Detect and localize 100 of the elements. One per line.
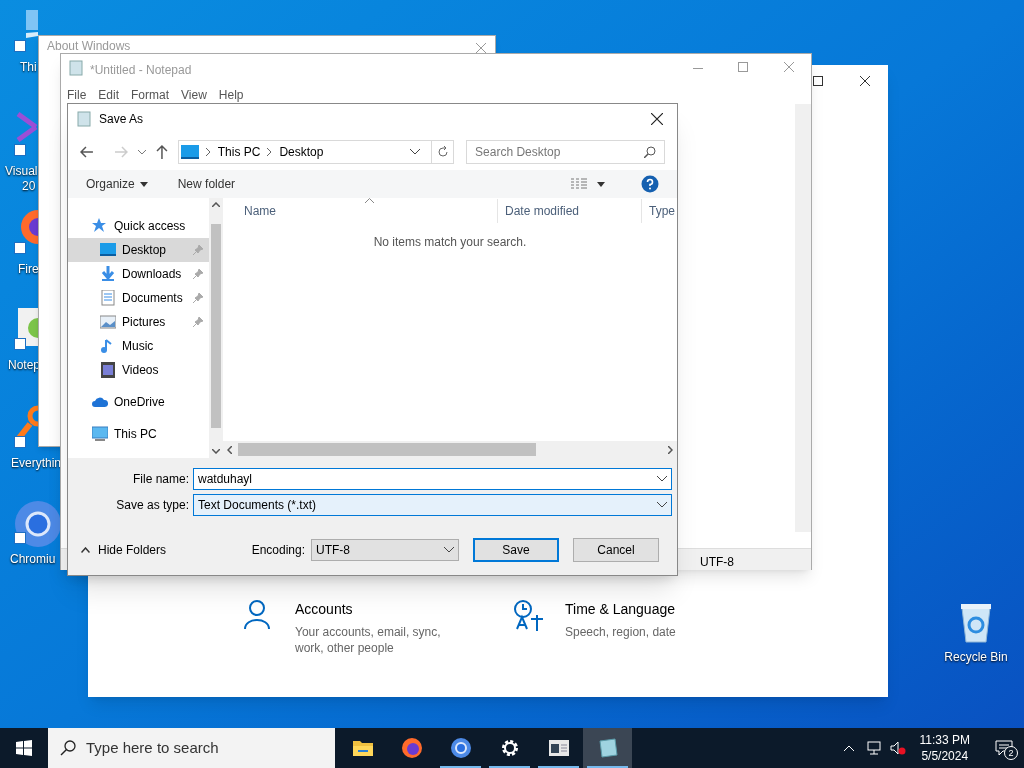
breadcrumb-item[interactable]: Desktop [279,143,324,161]
menu-item[interactable]: Format [131,86,170,104]
search-placeholder: Search Desktop [475,144,562,161]
chevron-icon [267,148,273,156]
volume-muted-icon[interactable] [889,741,906,755]
organize-button[interactable]: Organize [86,175,148,193]
item-title[interactable]: Time & Language [565,599,676,620]
nav-item[interactable]: Documents [68,286,209,310]
icon-label[interactable]: 20 [22,177,36,195]
up-arrow-icon[interactable] [155,145,168,159]
notepad-icon [77,111,91,127]
notification-button[interactable]: 2 [984,728,1024,768]
column-header[interactable]: Type [641,199,677,223]
firefox-icon [400,737,423,759]
caret-up-icon [81,547,90,553]
vertical-scrollbar[interactable] [209,198,223,458]
network-icon[interactable] [865,741,882,755]
computer-icon [92,426,108,442]
menu-item[interactable]: View [181,86,207,104]
chromium-icon [14,500,62,548]
item-title[interactable]: Accounts [295,599,459,620]
nav-item[interactable]: Desktop [68,238,209,262]
file-type-dropdown[interactable]: Text Documents (*.txt) [193,494,672,516]
nav-item[interactable]: Pictures [68,310,209,334]
windows-logo-icon [16,740,32,756]
caret-icon [139,181,148,187]
notification-count: 2 [1004,746,1018,760]
dropdown-icon[interactable] [444,547,454,553]
desktop-icon [100,242,116,258]
notification-icon [995,740,1013,756]
menu-item[interactable]: Edit [98,86,120,104]
dropdown-icon[interactable] [597,181,605,187]
chromium-icon [449,737,472,759]
scroll-right-icon[interactable] [668,445,673,454]
document-icon [100,290,116,306]
window-title: About Windows [47,39,131,53]
search-icon [60,740,76,756]
monitor-icon [180,145,199,159]
vertical-scrollbar[interactable] [795,104,811,532]
nav-item[interactable]: Music [68,334,209,358]
sort-caret-icon [365,198,374,203]
cancel-button[interactable]: Cancel [573,538,659,562]
encoding-label: UTF-8 [700,554,734,571]
breadcrumb-item[interactable]: This PC [217,143,261,161]
item-description: Speech, region, date [565,624,676,640]
download-icon [100,266,116,282]
close-icon[interactable] [860,76,870,86]
icon-label[interactable]: Thi [20,58,37,76]
search-field[interactable]: Search Desktop [466,140,665,164]
forward-arrow-icon [113,146,128,158]
close-icon[interactable] [651,113,663,125]
column-header[interactable]: Date modified [497,199,641,223]
icon-label[interactable]: Visual [5,162,38,180]
encoding-dropdown[interactable]: UTF-8 [311,539,459,561]
horizontal-scrollbar[interactable] [223,441,677,458]
menu-item[interactable]: Help [218,86,244,104]
icon-label[interactable]: Chromiu [10,550,56,568]
address-bar[interactable]: This PC Desktop [177,140,455,164]
back-arrow-icon[interactable] [80,146,94,158]
help-icon[interactable] [641,175,659,193]
icon-label[interactable]: Everythin [11,454,62,472]
new-folder-button[interactable]: New folder [177,175,236,193]
nav-item[interactable]: This PC [68,422,209,446]
field-label: File name: [131,471,190,488]
notepad-icon [596,737,619,759]
file-name-field[interactable]: watduhayl [193,468,672,490]
hide-folders-button[interactable]: Hide Folders [73,541,167,559]
search-field[interactable]: Type here to search [48,728,335,768]
save-button[interactable]: Save [473,538,559,562]
dropdown-icon[interactable] [657,476,667,482]
icon-label[interactable]: Recycle Bin [944,648,1008,666]
scroll-up-icon[interactable] [212,202,220,207]
nav-item[interactable]: Quick access [68,214,209,238]
nav-item[interactable]: OneDrive [68,390,209,414]
search-icon [644,146,656,158]
icon-label[interactable]: Fire [18,260,39,278]
clock-date[interactable]: 5/5/2024 [921,748,969,764]
dropdown-icon[interactable] [410,149,421,155]
menu-item[interactable]: File [67,86,87,104]
caret-up-icon[interactable] [843,745,854,751]
monitor-icon [26,8,38,38]
nav-item[interactable]: Downloads [68,262,209,286]
taskbar-button[interactable] [583,728,632,768]
clock-time[interactable]: 11:33 PM [919,732,970,748]
empty-message: No items match your search. [373,234,527,249]
dropdown-icon[interactable] [657,502,667,508]
field-label: Encoding: [251,542,305,559]
notepad-icon [69,60,83,76]
chevron-icon [205,148,211,156]
refresh-icon[interactable] [436,146,449,158]
picture-icon [100,314,116,330]
search-placeholder: Type here to search [86,737,219,758]
scroll-left-icon[interactable] [227,445,232,454]
language-icon [513,599,545,631]
nav-item[interactable]: Videos [68,358,209,382]
film-icon [100,362,116,378]
maximize-icon[interactable] [813,76,823,86]
notepad-icon [18,306,38,348]
column-header[interactable]: Name [223,199,497,223]
scroll-down-icon[interactable] [212,449,220,454]
